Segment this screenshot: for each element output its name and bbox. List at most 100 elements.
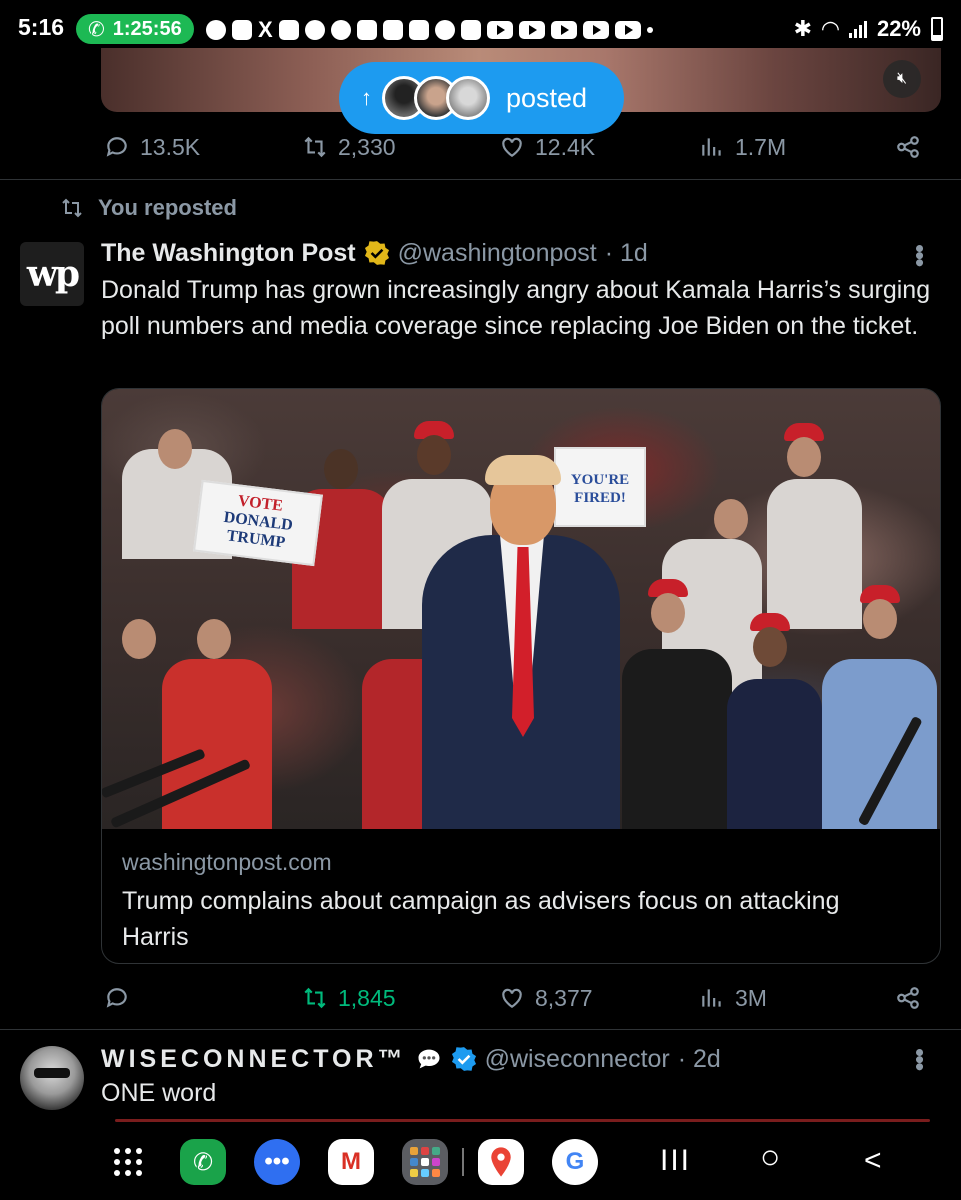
navigation-bar: ✆ ••• M G III ○ < — [0, 1122, 961, 1200]
more-notifications-icon — [646, 27, 653, 33]
card-title: Trump complains about campaign as advise… — [122, 887, 840, 951]
back-button[interactable]: < — [864, 1144, 882, 1178]
share-button[interactable] — [895, 985, 921, 1011]
home-button[interactable]: ○ — [760, 1138, 781, 1177]
youtube-notification-icon — [486, 21, 513, 39]
chat-notification-icon — [206, 20, 226, 40]
crowd-figure — [714, 499, 748, 539]
repost-button[interactable]: 1,845 — [302, 985, 396, 1012]
tweet-actions: 13.5K 2,330 12.4K 1.7M — [0, 127, 961, 167]
crypto-notification-icon — [382, 20, 403, 40]
like-count: 12.4K — [535, 133, 596, 160]
more-options-icon[interactable]: ••• — [904, 1048, 935, 1069]
notification-icons: X — [206, 14, 653, 46]
heart-icon — [502, 988, 522, 1008]
crowd-figure — [822, 659, 937, 829]
like-count: 8,377 — [535, 984, 593, 1011]
tweet-divider — [0, 1029, 961, 1030]
analytics-icon — [702, 138, 721, 156]
share-button[interactable] — [895, 134, 921, 160]
crowd-figure — [787, 437, 821, 477]
tweet-text: Donald Trump has grown increasingly angr… — [101, 276, 931, 340]
posted-label: posted — [506, 82, 588, 113]
crowd-figure — [727, 679, 822, 829]
author-name[interactable]: The Washington Post — [101, 239, 356, 268]
reply-button[interactable]: 13.5K — [104, 134, 200, 161]
youre-fired-sign: YOU'RE FIRED! — [554, 447, 646, 527]
crowd-figure — [197, 619, 231, 659]
reply-count: 13.5K — [140, 133, 201, 160]
reply-icon — [106, 137, 127, 157]
avatar[interactable]: wp — [20, 242, 84, 306]
speech-bubble-icon — [418, 1049, 440, 1069]
tweet-divider — [0, 179, 961, 180]
usb-notification-icon — [460, 20, 481, 40]
link-card-footer: washingtonpost.com Trump complains about… — [102, 829, 940, 963]
repost-count: 1,845 — [338, 984, 396, 1011]
bluetooth-icon: ✱ — [793, 16, 813, 41]
verified-badge-icon — [364, 241, 389, 265]
vote-donald-trump-sign: VOTE DONALD TRUMP — [193, 479, 323, 567]
crowd-figure — [622, 649, 732, 829]
maps-icon[interactable] — [478, 1139, 524, 1185]
repost-button[interactable]: 2,330 — [302, 134, 396, 161]
crowd-figure — [158, 429, 192, 469]
speaker-muted-icon[interactable]: 🔇︎ — [883, 60, 921, 98]
poster-avatars — [382, 76, 490, 120]
tweet-header: The Washington Post @washingtonpost · 1d — [101, 236, 648, 270]
google-icon[interactable]: G — [552, 1139, 598, 1185]
new-posts-button[interactable]: ↑ posted — [339, 62, 624, 134]
analytics-icon — [702, 989, 721, 1007]
phone-icon[interactable]: ✆ — [180, 1139, 226, 1185]
author-name[interactable]: WISECONNECTOR™ — [101, 1045, 407, 1074]
crowd-figure — [162, 659, 272, 829]
messages-icon[interactable]: ••• — [254, 1139, 300, 1185]
messenger-notification-icon — [304, 20, 325, 40]
system-status: ✱ ◠ 22% — [794, 12, 943, 46]
x-notification-icon: X — [258, 17, 273, 42]
avatar-glasses — [34, 1068, 70, 1078]
youtube-notification-icon — [550, 21, 577, 39]
repost-count: 2,330 — [338, 133, 396, 160]
repost-icon — [304, 987, 326, 1009]
repost-icon — [304, 136, 326, 158]
app-dock: ✆ ••• M G — [106, 1138, 598, 1186]
game-notification-icon — [232, 20, 252, 40]
repost-label: You reposted — [98, 195, 237, 220]
views-button[interactable]: 1.7M — [699, 134, 786, 161]
battery-percent: 22% — [876, 16, 921, 41]
author-handle[interactable]: @wiseconnector — [485, 1045, 670, 1074]
apps-icon[interactable] — [106, 1139, 152, 1185]
avatar[interactable] — [20, 1046, 84, 1110]
tweet-actions: 1,845 8,377 3M — [0, 978, 961, 1018]
app-folder-icon[interactable] — [402, 1139, 448, 1185]
ongoing-call-chip[interactable]: ✆ 1:25:56 — [76, 14, 194, 44]
youtube-notification-icon — [582, 21, 609, 39]
author-handle[interactable]: @washingtonpost — [398, 239, 597, 268]
crowd-figure — [753, 627, 787, 667]
like-button[interactable]: 8,377 — [499, 985, 593, 1012]
pinwheel-notification-icon — [330, 20, 351, 40]
crowd-figure — [651, 593, 685, 633]
podcast-notification-icon — [356, 20, 377, 40]
share-icon — [897, 136, 919, 158]
link-card[interactable]: VOTE DONALD TRUMP YOU'RE FIRED! washingt… — [101, 388, 941, 964]
reply-button[interactable] — [104, 985, 140, 1011]
gmail-notification-icon — [408, 20, 429, 40]
like-button[interactable]: 12.4K — [499, 134, 595, 161]
phone-call-icon: ✆ — [88, 18, 105, 41]
wifi-icon: ◠ — [822, 16, 839, 41]
gmail-icon[interactable]: M — [328, 1139, 374, 1185]
more-options-icon[interactable]: ••• — [904, 244, 935, 265]
view-count: 1.7M — [735, 133, 787, 160]
share-icon — [897, 987, 919, 1009]
crowd-figure — [324, 449, 358, 489]
youtube-notification-icon — [518, 21, 545, 39]
recents-button[interactable]: III — [660, 1144, 691, 1178]
views-button[interactable]: 3M — [699, 985, 767, 1012]
crowd-figure — [767, 479, 862, 629]
tweet-time: · 1d — [604, 238, 648, 267]
joystick-notification-icon — [278, 20, 299, 40]
arrow-up-icon: ↑ — [361, 85, 372, 110]
battery-icon — [931, 17, 943, 41]
